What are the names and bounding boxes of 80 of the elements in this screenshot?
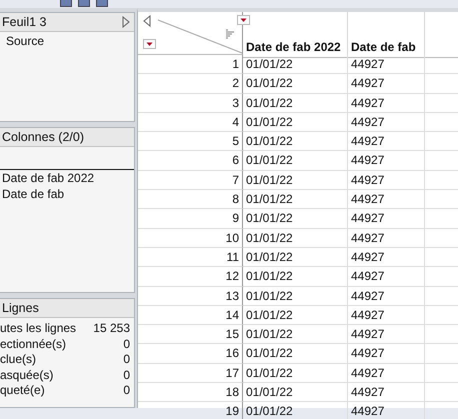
table-cell: 44927 — [348, 306, 425, 326]
row-number: 1 — [138, 55, 243, 74]
table-cell: 01/01/22 — [243, 112, 348, 132]
table-cell: 01/01/22 — [243, 55, 348, 74]
table-cell: 44927 — [348, 248, 425, 268]
row-number: 4 — [138, 112, 243, 132]
table-cell: 44927 — [348, 74, 425, 94]
column-item[interactable]: Date de fab — [0, 186, 134, 202]
toolbar-icon[interactable] — [78, 0, 90, 7]
table-cell: 01/01/22 — [243, 151, 348, 171]
stat-label: queté(e) — [0, 383, 45, 398]
stat-value: 15 253 — [93, 321, 130, 336]
row-number: 3 — [138, 94, 243, 113]
row-number: 15 — [138, 325, 243, 344]
table-cell: 44927 — [348, 209, 425, 229]
row-number: 17 — [138, 364, 243, 384]
row-number: 10 — [138, 228, 243, 248]
table-cell: 44927 — [348, 55, 425, 74]
row-number: 6 — [138, 151, 243, 171]
stat-value: 0 — [123, 336, 130, 352]
table-cell: 01/01/22 — [243, 364, 348, 384]
row-number: 7 — [138, 170, 243, 190]
row-number: 12 — [138, 267, 243, 287]
column-header[interactable]: Date de fab — [348, 12, 425, 58]
table-cell: 44927 — [348, 286, 425, 306]
stat-value: 0 — [123, 383, 130, 398]
table-cell: 01/01/22 — [243, 209, 348, 229]
toolbar-icon[interactable] — [96, 0, 108, 7]
table-cell: 01/01/22 — [243, 132, 348, 152]
table-cell: 01/01/22 — [243, 228, 348, 248]
dropdown-icon[interactable] — [237, 15, 250, 25]
table-cell: 01/01/22 — [243, 306, 348, 326]
sort-icon[interactable] — [226, 29, 235, 39]
table-cell: 01/01/22 — [243, 248, 348, 268]
panel-title: Colonnes (2/0) — [2, 130, 84, 144]
table-cell: 01/01/22 — [243, 286, 348, 306]
table-cell: 44927 — [348, 94, 425, 113]
row-number: 5 — [138, 132, 243, 152]
table-cell: 01/01/22 — [243, 344, 348, 364]
row-number: 2 — [138, 74, 243, 94]
panel-title: Lignes — [2, 301, 39, 315]
table-cell: 44927 — [348, 112, 425, 132]
row-number: 14 — [138, 306, 243, 326]
table-cell: 01/01/22 — [243, 383, 348, 402]
table-cell: 44927 — [348, 190, 425, 210]
row-number: 16 — [138, 344, 243, 364]
table-cell: 44927 — [348, 228, 425, 248]
table-cell: 44927 — [348, 325, 425, 344]
table-cell: 01/01/22 — [243, 267, 348, 287]
table-cell: 44927 — [348, 170, 425, 190]
table-cell: 44927 — [348, 364, 425, 384]
panel-title: Feuil1 3 — [2, 15, 46, 29]
table-cell: 01/01/22 — [243, 190, 348, 210]
stat-label: ectionnée(s) — [0, 336, 66, 352]
table-cell: 44927 — [348, 132, 425, 152]
dropdown-icon[interactable] — [143, 39, 156, 49]
stat-label: clue(s) — [0, 352, 36, 368]
table-cell: 44927 — [348, 383, 425, 402]
expand-arrow-icon[interactable] — [122, 16, 130, 28]
toolbar-icon[interactable] — [60, 0, 72, 7]
script-item[interactable]: Source — [0, 32, 134, 50]
row-number: 18 — [138, 383, 243, 402]
row-number: 11 — [138, 248, 243, 268]
table-cell: 44927 — [348, 344, 425, 364]
row-number: 8 — [138, 190, 243, 210]
table-cell: 01/01/22 — [243, 325, 348, 344]
stat-label: asquée(s) — [0, 368, 54, 383]
collapse-arrow-icon[interactable] — [143, 15, 151, 27]
column-item[interactable]: Date de fab 2022 — [0, 170, 134, 186]
table-cell: 01/01/22 — [243, 74, 348, 94]
stat-value: 0 — [123, 352, 130, 368]
row-number: 9 — [138, 209, 243, 229]
table-cell: 44927 — [348, 267, 425, 287]
table-cell: 44927 — [348, 151, 425, 171]
column-header[interactable]: Date de fab 2022 — [243, 12, 348, 58]
stat-label: utes les lignes — [0, 321, 76, 336]
table-cell: 01/01/22 — [243, 170, 348, 190]
row-number: 13 — [138, 286, 243, 306]
stat-value: 0 — [123, 368, 130, 383]
table-cell: 01/01/22 — [243, 94, 348, 113]
